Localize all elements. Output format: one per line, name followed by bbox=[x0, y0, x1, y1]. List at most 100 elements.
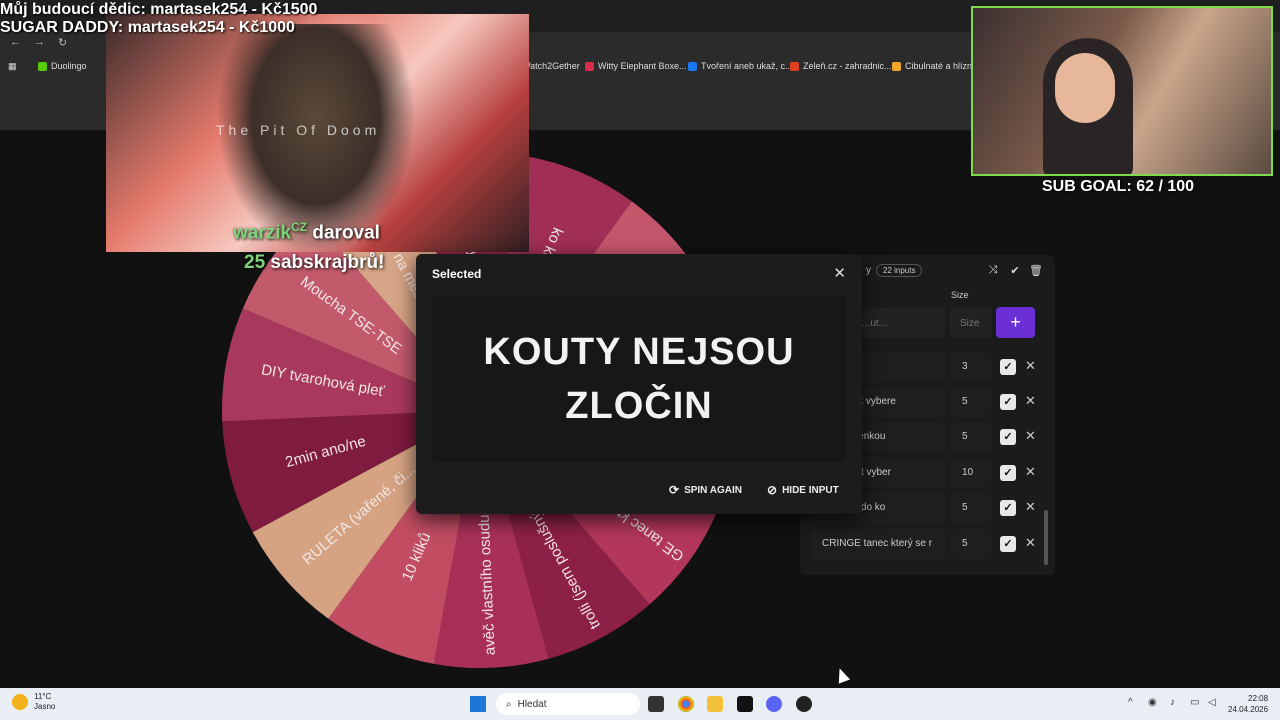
discord-icon[interactable] bbox=[766, 696, 782, 712]
duolingo-icon bbox=[38, 61, 47, 71]
webcam-feed bbox=[971, 6, 1273, 176]
apps-icon[interactable]: ▦ bbox=[8, 61, 17, 72]
search-icon: ⌕ bbox=[506, 698, 512, 710]
selected-result: KOUTY NEJSOU ZLOČIN bbox=[483, 325, 794, 433]
back-icon[interactable]: ← bbox=[10, 36, 21, 48]
remove-icon[interactable]: ✕ bbox=[1025, 358, 1036, 374]
bookmark-zelen[interactable]: Zeleň.cz - zahradnic... bbox=[790, 61, 892, 71]
donor-country: CZ bbox=[291, 220, 308, 234]
checkbox-icon[interactable]: ✓ bbox=[1000, 394, 1016, 410]
hide-input-button[interactable]: ⊘ HIDE INPUT bbox=[767, 483, 839, 497]
streaming-app-icon[interactable] bbox=[796, 696, 812, 712]
close-icon[interactable]: ✕ bbox=[833, 264, 846, 282]
bookmark-tvoreni[interactable]: Tvoření aneb ukaž, c... bbox=[688, 61, 793, 71]
panel-scrollbar[interactable] bbox=[1044, 510, 1048, 565]
chrome-icon[interactable] bbox=[678, 696, 694, 712]
streamer-face bbox=[1055, 53, 1115, 123]
windows-start-icon[interactable] bbox=[470, 696, 486, 712]
input-size-field[interactable]: 10 bbox=[951, 458, 991, 488]
zelen-icon bbox=[790, 61, 799, 71]
reload-icon[interactable]: ↻ bbox=[58, 36, 67, 49]
remove-icon[interactable]: ✕ bbox=[1025, 535, 1036, 551]
weather-icon bbox=[12, 694, 28, 710]
top-donors: Můj budoucí dědic: martasek254 - Kč1500 … bbox=[0, 1, 317, 37]
microphone-icon[interactable]: ♪ bbox=[1170, 697, 1175, 708]
bookmark-watch2gether[interactable]: Watch2Gether bbox=[522, 61, 580, 71]
input-row: CRINGE tanec který se r 5 ✓ ✕ bbox=[812, 529, 1047, 559]
weather-widget[interactable]: 11°C Jasno bbox=[12, 692, 55, 712]
remove-icon[interactable]: ✕ bbox=[1025, 393, 1036, 409]
check-all-icon[interactable]: ✔ bbox=[1008, 264, 1022, 278]
remove-icon[interactable]: ✕ bbox=[1025, 428, 1036, 444]
volume-icon[interactable]: ◁ bbox=[1208, 697, 1216, 708]
checkbox-icon[interactable]: ✓ bbox=[1000, 429, 1016, 445]
notion-icon[interactable] bbox=[737, 696, 753, 712]
spin-again-label: SPIN AGAIN bbox=[684, 484, 743, 496]
panel-header-fragment: y bbox=[866, 265, 871, 276]
spin-again-button[interactable]: ⟳ SPIN AGAIN bbox=[669, 483, 742, 497]
taskbar-search[interactable]: ⌕ Hledat bbox=[496, 693, 640, 715]
input-text-field[interactable]: CRINGE tanec který se r bbox=[812, 529, 946, 559]
checkbox-icon[interactable]: ✓ bbox=[1000, 500, 1016, 516]
clock[interactable]: 22:08 24.04.2026 bbox=[1228, 693, 1268, 715]
bookmark-label: Duolingo bbox=[51, 61, 87, 71]
eye-off-icon: ⊘ bbox=[767, 483, 778, 497]
facebook-icon bbox=[688, 61, 697, 71]
chevron-up-icon[interactable]: ^ bbox=[1128, 697, 1133, 708]
forward-icon[interactable]: → bbox=[34, 36, 45, 48]
sub-goal-counter: SUB GOAL: 62 / 100 bbox=[1042, 178, 1195, 195]
bookmark-witty-elephant[interactable]: Witty Elephant Boxe... bbox=[585, 61, 687, 71]
bookmark-duolingo[interactable]: Duolingo bbox=[38, 61, 87, 71]
donation-alert-image: The Pit Of Doom bbox=[106, 14, 529, 252]
shuffle-icon[interactable]: ⤨ bbox=[986, 264, 1000, 278]
result-line: KOUTY NEJSOU bbox=[483, 331, 795, 373]
hide-input-label: HIDE INPUT bbox=[782, 484, 839, 496]
search-placeholder: Hledat bbox=[517, 698, 547, 710]
top-donor-line: Můj budoucí dědic: martasek254 - Kč1500 bbox=[0, 1, 318, 18]
remove-icon[interactable]: ✕ bbox=[1025, 499, 1036, 515]
gift-alert-line-1: warzikCZ daroval bbox=[233, 220, 380, 244]
checkbox-icon[interactable]: ✓ bbox=[1000, 536, 1016, 552]
temperature: 11°C bbox=[34, 692, 52, 701]
weather-text: 11°C Jasno bbox=[34, 692, 55, 712]
result-display: KOUTY NEJSOU ZLOČIN bbox=[432, 296, 846, 462]
gift-count: 25 bbox=[244, 252, 266, 273]
gift-suffix: sabskrajbrů! bbox=[270, 252, 385, 273]
doom-slayer-figure bbox=[216, 24, 416, 252]
bookmark-label: Tvoření aneb ukaž, c... bbox=[701, 61, 793, 71]
input-size-field[interactable]: 5 bbox=[951, 493, 991, 523]
bookmark-label: Watch2Gether bbox=[522, 61, 580, 71]
donor-verb: daroval bbox=[312, 222, 380, 244]
gift-alert-line-2: 25 sabskrajbrů! bbox=[244, 252, 384, 274]
top-donor-line: SUGAR DADDY: martasek254 - Kč1000 bbox=[0, 19, 295, 36]
weather-condition: Jasno bbox=[34, 702, 56, 711]
alert-image-title: The Pit Of Doom bbox=[216, 122, 381, 138]
result-line: ZLOČIN bbox=[565, 385, 713, 427]
dialog-title: Selected bbox=[432, 267, 482, 281]
task-view-icon[interactable] bbox=[648, 696, 664, 712]
windows-taskbar: 11°C Jasno ⌕ Hledat ^ ◉ ♪ ▭ ◁ 22:08 24.0… bbox=[0, 688, 1280, 720]
checkbox-icon[interactable]: ✓ bbox=[1000, 465, 1016, 481]
size-column-header: Size bbox=[951, 290, 969, 300]
add-input-button[interactable]: + bbox=[996, 307, 1035, 338]
network-app-icon[interactable]: ◉ bbox=[1148, 697, 1157, 708]
input-size-field[interactable]: 3 bbox=[951, 352, 991, 382]
input-size-field[interactable]: 5 bbox=[951, 529, 991, 559]
input-size-field[interactable]: 5 bbox=[951, 387, 991, 417]
new-size-field[interactable]: Size bbox=[950, 308, 992, 338]
refresh-icon: ⟳ bbox=[669, 483, 680, 497]
folder-bookmark-icon bbox=[892, 61, 901, 71]
selected-result-dialog: Selected ✕ KOUTY NEJSOU ZLOČIN ⟳ SPIN AG… bbox=[416, 254, 862, 514]
input-size-field[interactable]: 5 bbox=[951, 422, 991, 452]
donor-name: warzik bbox=[233, 222, 292, 244]
time: 22:08 bbox=[1248, 694, 1269, 703]
new-input-field[interactable]: ...ut... bbox=[850, 308, 945, 338]
pinterest-icon bbox=[585, 61, 594, 71]
checkbox-icon[interactable]: ✓ bbox=[1000, 359, 1016, 375]
trash-icon[interactable]: 🗑 bbox=[1029, 264, 1043, 278]
bookmark-label: Zeleň.cz - zahradnic... bbox=[803, 61, 892, 71]
inputs-count-badge: 22 inputs bbox=[876, 264, 923, 277]
display-icon[interactable]: ▭ bbox=[1190, 697, 1199, 708]
file-explorer-icon[interactable] bbox=[707, 696, 723, 712]
remove-icon[interactable]: ✕ bbox=[1025, 464, 1036, 480]
